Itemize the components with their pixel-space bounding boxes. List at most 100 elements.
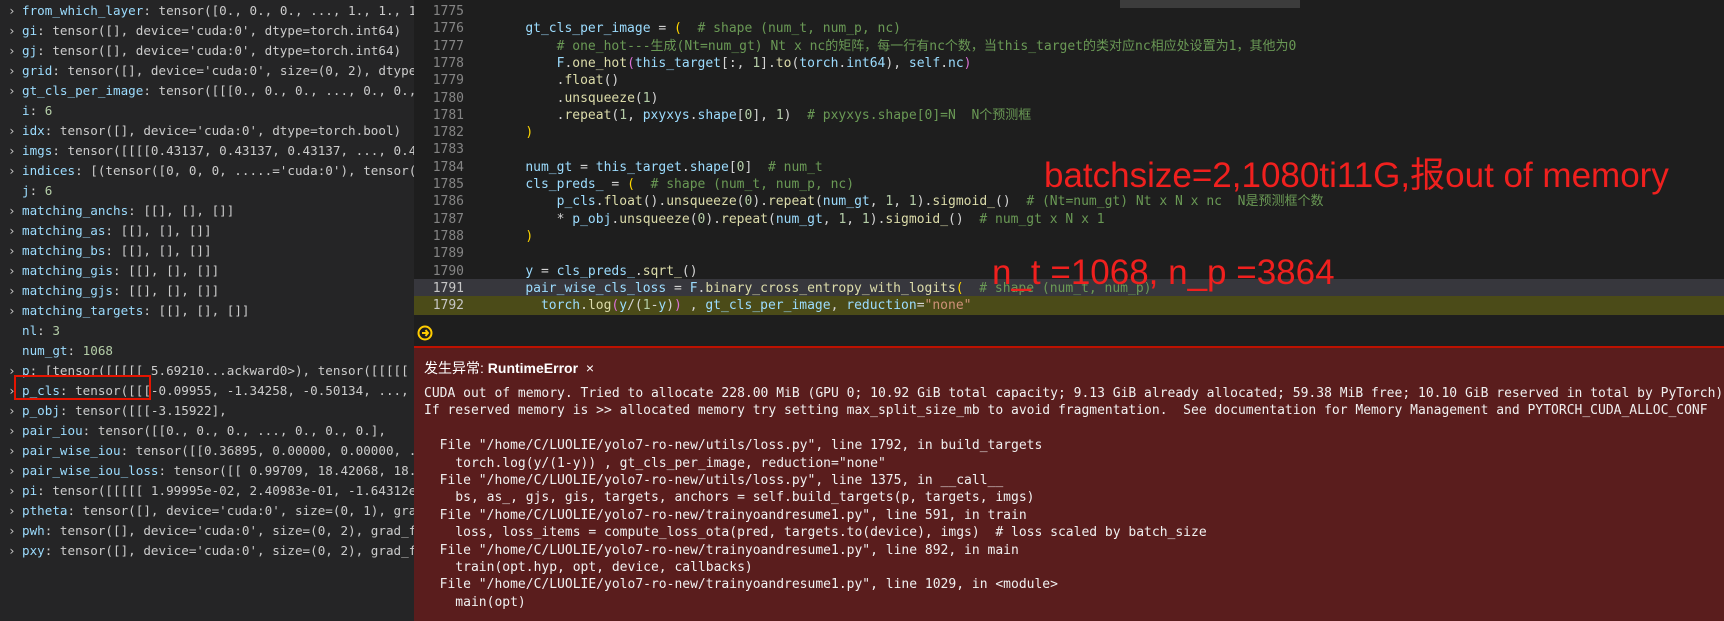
variable-name: pxy	[22, 543, 45, 558]
variable-row[interactable]: › idx: tensor([], device='cuda:0', dtype=…	[0, 120, 414, 142]
traceback-line: main(opt)	[424, 594, 526, 610]
code-text: # one_hot---生成(Nt=num_gt) Nt x nc的矩阵，每一行…	[556, 38, 1297, 54]
variable-value: tensor([[0., 0., 0., ..., 0., 0., 0.],	[97, 423, 386, 438]
chevron-right-icon[interactable]: ›	[8, 520, 22, 542]
variable-name: matching_as	[22, 223, 106, 238]
variable-value: tensor([], device='cuda:0', size=(0, 2),…	[59, 523, 414, 538]
line-number: 1789	[432, 246, 464, 262]
variable-row[interactable]: › p_obj: tensor([[[-3.15922],	[0, 400, 414, 422]
variable-value: [[], [], []]	[143, 203, 235, 218]
variable-separator: :	[44, 543, 60, 558]
variable-row[interactable]: › pair_wise_iou_loss: tensor([[ 0.99709, …	[0, 460, 414, 482]
code-line[interactable]: 1776 gt_cls_per_image = ( # shape (num_t…	[414, 19, 1724, 38]
code-line[interactable]: 1782 )	[414, 123, 1724, 142]
variable-row[interactable]: › ptheta: tensor([], device='cuda:0', siz…	[0, 500, 414, 522]
code-text: num_gt = this_target.shape[0] # num_t	[525, 159, 823, 175]
chevron-right-icon[interactable]: ›	[8, 220, 22, 242]
variable-row[interactable]: › imgs: tensor([[[[0.43137, 0.43137, 0.43…	[0, 140, 414, 162]
close-icon[interactable]: ×	[586, 360, 594, 376]
variable-row[interactable]: num_gt: 1068	[0, 340, 414, 362]
annotation-batchsize: batchsize=2,1080ti11G,报out of memory	[1044, 156, 1669, 195]
chevron-right-icon[interactable]: ›	[8, 20, 22, 42]
line-number: 1787	[432, 211, 464, 227]
variable-row[interactable]: › matching_gjs: [[], [], []]	[0, 280, 414, 302]
chevron-right-icon[interactable]: ›	[8, 300, 22, 322]
chevron-right-icon[interactable]: ›	[8, 400, 22, 422]
variable-row[interactable]: › grid: tensor([], device='cuda:0', size=…	[0, 60, 414, 82]
variable-value: tensor([[ 0.99709, 18.42068, 18.4...	[173, 463, 414, 478]
variable-row[interactable]: › matching_bs: [[], [], []]	[0, 240, 414, 262]
variable-row[interactable]: › pair_iou: tensor([[0., 0., 0., ..., 0.,…	[0, 420, 414, 442]
variable-name: imgs	[22, 143, 53, 158]
variable-name: matching_gis	[22, 263, 113, 278]
code-line[interactable]: 1792 torch.log(y/(1-y)) , gt_cls_per_ima…	[414, 296, 1724, 316]
code-line[interactable]: 1788 )	[414, 227, 1724, 246]
variable-value: 1068	[82, 343, 114, 358]
variable-value: 6	[44, 103, 53, 118]
variable-row[interactable]: › from_which_layer: tensor([0., 0., 0., .…	[0, 0, 414, 22]
traceback-line: File "/home/C/LUOLIE/yolo7-ro-new/trainy…	[424, 507, 1027, 523]
breakpoint-arrow-icon[interactable]	[417, 325, 433, 341]
variable-name: indices	[22, 163, 76, 178]
variable-name: num_gt	[22, 343, 68, 358]
variable-row[interactable]: › pi: tensor([[[[[ 1.99995e-02, 2.40983e-…	[0, 480, 414, 502]
variable-row[interactable]: › indices: [(tensor([0, 0, 0, .....='cuda…	[0, 160, 414, 182]
variable-row[interactable]: j: 6	[0, 180, 414, 202]
chevron-right-icon[interactable]: ›	[8, 260, 22, 282]
chevron-right-icon[interactable]: ›	[8, 480, 22, 502]
chevron-right-icon[interactable]: ›	[8, 0, 22, 22]
line-number: 1775	[432, 4, 464, 19]
exception-header: 发生异常: RuntimeError ×	[424, 358, 594, 378]
variable-row[interactable]: i: 6	[0, 100, 414, 122]
code-line[interactable]: 1781 .repeat(1, pxyxys.shape[0], 1) # px…	[414, 106, 1724, 125]
variable-value: [[], [], []]	[128, 283, 220, 298]
code-line[interactable]: 1778 F.one_hot(this_target[:, 1].to(torc…	[414, 54, 1724, 73]
code-text: gt_cls_per_image = ( # shape (num_t, num…	[525, 21, 902, 37]
variable-row[interactable]: › pxy: tensor([], device='cuda:0', size=(…	[0, 540, 414, 562]
code-line[interactable]: 1777 # one_hot---生成(Nt=num_gt) Nt x nc的矩…	[414, 37, 1724, 56]
code-line[interactable]: 1779 .float()	[414, 71, 1724, 90]
chevron-right-icon[interactable]: ›	[8, 460, 22, 482]
variable-row[interactable]: › gj: tensor([], device='cuda:0', dtype=t…	[0, 40, 414, 62]
variable-row[interactable]: › matching_targets: [[], [], []]	[0, 300, 414, 322]
num-gt-highlight-box	[14, 375, 151, 400]
chevron-right-icon[interactable]: ›	[8, 160, 22, 182]
variable-row[interactable]: › gt_cls_per_image: tensor([[[0., 0., 0.,…	[0, 80, 414, 102]
chevron-right-icon[interactable]: ›	[8, 240, 22, 262]
chevron-right-icon[interactable]: ›	[8, 540, 22, 562]
chevron-right-icon[interactable]: ›	[8, 200, 22, 222]
variable-row[interactable]: › matching_gis: [[], [], []]	[0, 260, 414, 282]
variable-row[interactable]: › matching_anchs: [[], [], []]	[0, 200, 414, 222]
chevron-right-icon[interactable]: ›	[8, 120, 22, 142]
chevron-right-icon[interactable]: ›	[8, 420, 22, 442]
code-line[interactable]: 1787 * p_obj.unsqueeze(0).repeat(num_gt,…	[414, 210, 1724, 229]
chevron-right-icon[interactable]: ›	[8, 500, 22, 522]
variable-separator: :	[52, 63, 68, 78]
variable-name: j	[22, 183, 30, 198]
chevron-right-icon[interactable]: ›	[8, 40, 22, 62]
chevron-right-icon[interactable]: ›	[8, 60, 22, 82]
variable-row[interactable]: › matching_as: [[], [], []]	[0, 220, 414, 242]
chevron-right-icon[interactable]: ›	[8, 280, 22, 302]
chevron-right-icon[interactable]: ›	[8, 80, 22, 102]
code-line[interactable]: 1780 .unsqueeze(1)	[414, 89, 1724, 108]
chevron-right-icon[interactable]: ›	[8, 140, 22, 162]
code-text: .float()	[494, 73, 620, 89]
chevron-right-icon[interactable]: ›	[8, 440, 22, 462]
variable-row[interactable]: › pwh: tensor([], device='cuda:0', size=(…	[0, 520, 414, 542]
variable-value: tensor([[[-3.15922],	[75, 403, 227, 418]
variable-row[interactable]: nl: 3	[0, 320, 414, 342]
variable-row[interactable]: › gi: tensor([], device='cuda:0', dtype=t…	[0, 20, 414, 42]
code-line[interactable]: 1775	[414, 2, 1724, 21]
variable-value: tensor([[0.36895, 0.00000, 0.00000, ...	[135, 443, 414, 458]
variable-value: tensor([], device='cuda:0', dtype=torch.…	[52, 23, 402, 38]
variable-name: nl	[22, 323, 38, 338]
line-number: 1781	[432, 107, 464, 123]
traceback-line: loss, loss_items = compute_loss_ota(pred…	[424, 525, 1207, 541]
variable-row[interactable]: › pair_wise_iou: tensor([[0.36895, 0.0000…	[0, 440, 414, 462]
variable-name: ptheta	[22, 503, 68, 518]
exception-message: If reserved memory is >> allocated memor…	[424, 403, 1708, 419]
line-number: 1788	[432, 228, 464, 244]
code-text: * p_obj.unsqueeze(0).repeat(num_gt, 1, 1…	[494, 211, 1105, 227]
variable-name: idx	[22, 123, 45, 138]
